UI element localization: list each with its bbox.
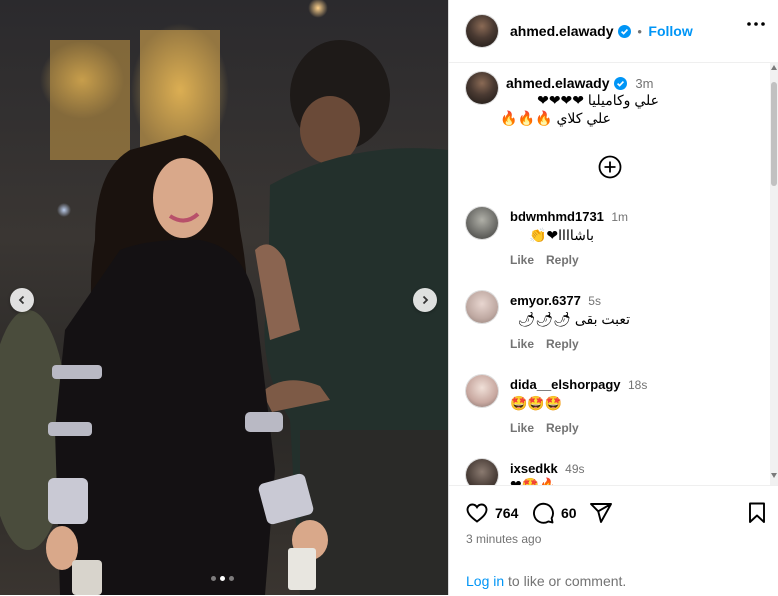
comment-time: 1m [611,210,629,224]
comment-avatar[interactable] [466,207,498,239]
share-icon[interactable] [589,501,613,525]
comment-username[interactable]: emyor.6377 [510,293,581,308]
caption-time: 3m [635,76,654,91]
bookmark-icon[interactable] [745,501,769,525]
post-footer: 764 60 3 minutes ago Log in to like or c… [449,485,778,596]
photo-illustration [0,30,448,595]
comment-like-button[interactable]: Like [510,421,534,435]
post-header: ahmed.elawady • Follow [449,0,778,63]
comment-text: ❤🤩🔥 [510,477,557,485]
caption-line-1: علي وكاميليا ❤❤❤❤ [537,92,659,108]
comment-username[interactable]: ixsedkk [510,461,558,476]
comment-time: 5s [588,294,601,308]
post-panel: ahmed.elawady • Follow ahmed.elawady 3m … [448,0,778,595]
comment-avatar[interactable] [466,375,498,407]
chevron-left-icon [18,295,25,305]
comment-avatar[interactable] [466,291,498,323]
verified-icon [613,77,627,90]
comment-text: تعبت بقى 🌶🌶🌶 [517,311,630,327]
login-prompt-text: to like or comment. [504,573,627,589]
author-avatar[interactable] [466,15,498,47]
chevron-right-icon [422,295,429,305]
prev-photo-button[interactable] [10,288,34,312]
comment-like-button[interactable]: Like [510,337,534,351]
comment-reply-button[interactable]: Reply [546,253,579,267]
post-timestamp: 3 minutes ago [466,532,542,546]
header-separator: • [637,24,642,39]
like-count[interactable]: 764 [495,505,518,521]
plus-circle-icon[interactable] [598,155,622,179]
comment-like-button[interactable]: Like [510,253,534,267]
comment-time: 49s [565,462,585,476]
caption-line-2: علي كلاي 🔥🔥🔥 [500,110,611,126]
carousel-dot-active [220,576,225,581]
post-photo [0,0,448,595]
heart-icon[interactable] [465,501,489,525]
comment-username[interactable]: dida__elshorpagy [510,377,621,392]
author-username[interactable]: ahmed.elawady [510,23,614,39]
scrollbar-thumb[interactable] [771,82,777,186]
comment-reply-button[interactable]: Reply [546,337,579,351]
comment-avatar[interactable] [466,459,498,485]
comment-icon[interactable] [531,501,555,525]
carousel-dots [211,576,234,581]
follow-button[interactable]: Follow [648,23,692,39]
comment-reply-button[interactable]: Reply [546,421,579,435]
caption-username[interactable]: ahmed.elawady [506,75,610,91]
comment-count[interactable]: 60 [561,505,577,521]
comment-text: باشاااا❤👏 [529,227,594,243]
comment-username[interactable]: bdwmhmd1731 [510,209,604,224]
scroll-up-arrow[interactable] [771,65,777,70]
caption-avatar[interactable] [466,72,498,104]
scroll-down-arrow[interactable] [771,473,777,478]
comment-text: 🤩🤩🤩 [510,395,563,411]
login-prompt: Log in to like or comment. [466,573,626,589]
verified-icon [617,25,631,38]
next-photo-button[interactable] [413,288,437,312]
comment-time: 18s [628,378,648,392]
more-icon[interactable] [747,22,765,26]
carousel-dot [229,576,234,581]
carousel-dot [211,576,216,581]
comments-scroll[interactable]: ahmed.elawady 3m علي وكاميليا ❤❤❤❤ علي ك… [449,62,778,485]
login-link[interactable]: Log in [466,573,504,589]
